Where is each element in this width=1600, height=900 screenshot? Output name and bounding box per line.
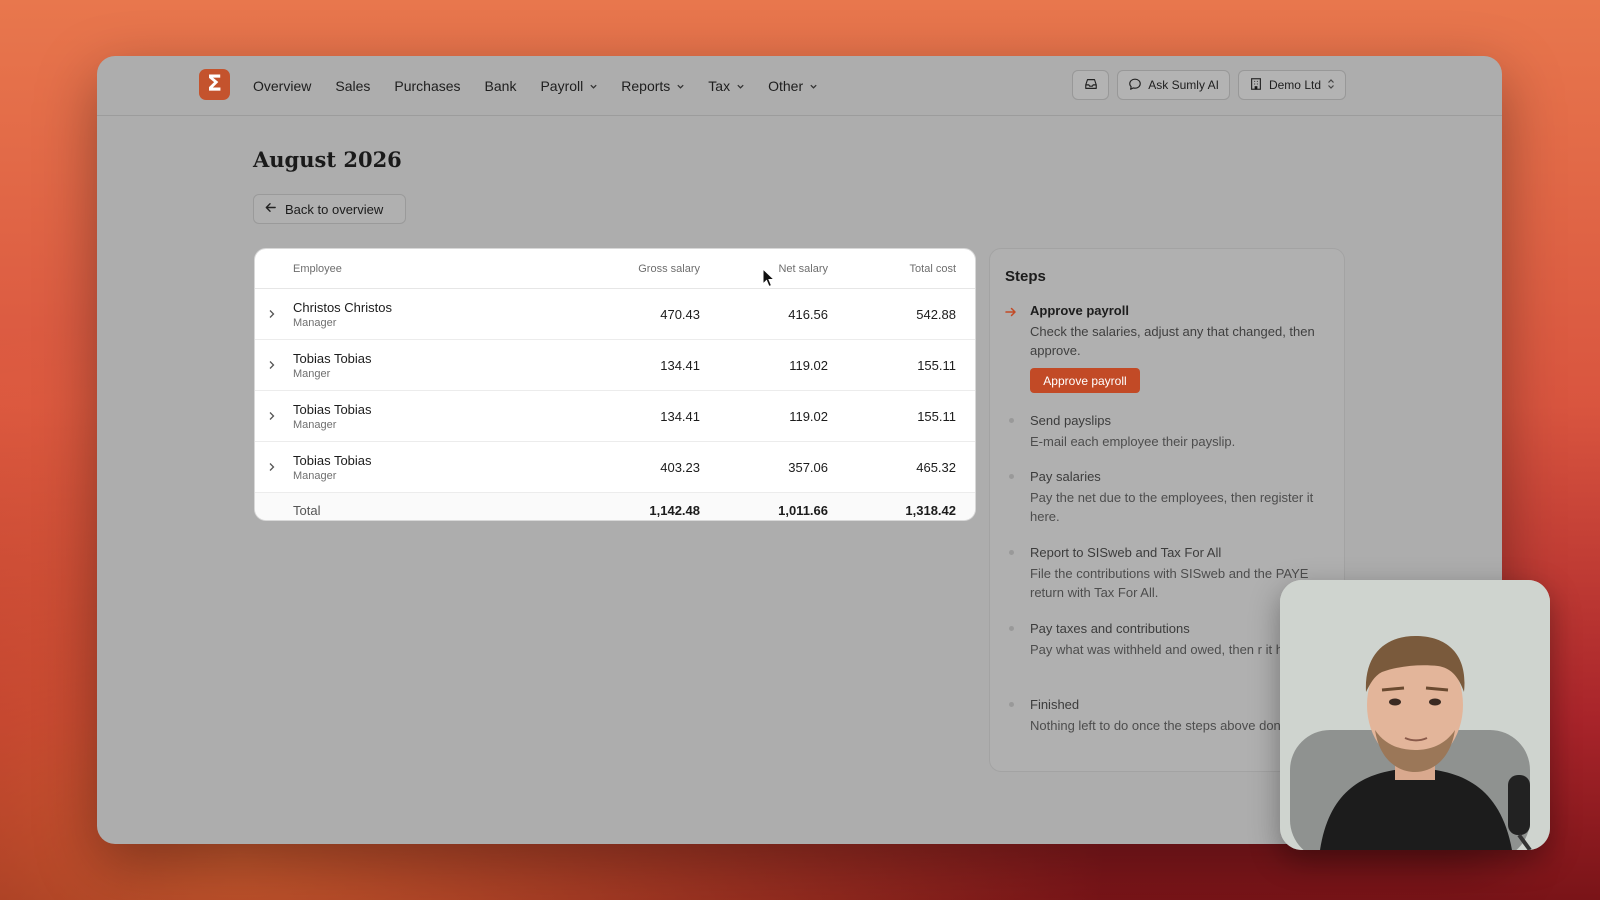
employee-role: Manager	[293, 317, 337, 329]
page-title: August 2026	[253, 147, 402, 172]
chevron-right-icon[interactable]	[265, 460, 279, 474]
employee-name: Christos Christos	[293, 300, 392, 315]
chevron-down-icon	[676, 82, 684, 90]
step-dot-icon	[1009, 550, 1014, 555]
logo-glyph: Σ	[206, 72, 223, 97]
steps-title: Steps	[1005, 268, 1046, 285]
table-row[interactable]: Christos Christos Manager 470.43 416.56 …	[255, 289, 975, 340]
total-net-cell: 1,011.66	[778, 503, 828, 518]
step-dot-icon	[1009, 626, 1014, 631]
nav-label: Payroll	[540, 78, 584, 94]
toolbar-right: Ask Sumly AI Demo Ltd	[1072, 70, 1346, 100]
gross-salary-cell: 134.41	[660, 409, 700, 424]
step-approve-payroll: Approve payroll Check the salaries, adju…	[1005, 302, 1335, 393]
employee-role: Manger	[293, 368, 331, 380]
table-header: Employee Gross salary Net salary Total c…	[255, 249, 975, 289]
nav-tax[interactable]: Tax	[708, 76, 744, 96]
step-description: Pay the net due to the employees, then r…	[1030, 490, 1314, 524]
company-switcher[interactable]: Demo Ltd	[1237, 70, 1346, 100]
net-salary-cell: 416.56	[788, 307, 828, 322]
nav-other[interactable]: Other	[768, 76, 817, 96]
nav-label: Purchases	[394, 78, 461, 94]
step-description: E-mail each employee their payslip.	[1030, 434, 1236, 449]
net-salary-cell: 357.06	[788, 460, 828, 475]
inbox-button[interactable]	[1072, 70, 1110, 100]
step-title: Approve payroll	[1030, 303, 1129, 318]
arrow-right-icon	[1005, 305, 1017, 317]
back-to-overview-button[interactable]: Back to overview	[253, 194, 406, 224]
inbox-icon	[1084, 77, 1098, 94]
nav-label: Tax	[708, 78, 731, 94]
step-title: Pay salaries	[1030, 469, 1101, 484]
chevron-right-icon[interactable]	[265, 307, 279, 321]
net-salary-cell: 119.02	[789, 409, 828, 424]
nav-reports[interactable]: Reports	[621, 76, 684, 96]
employee-role: Manager	[293, 419, 337, 431]
employee-name: Tobias Tobias	[293, 351, 372, 366]
nav-label: Bank	[484, 78, 517, 94]
chevron-right-icon[interactable]	[265, 358, 279, 372]
nav-label: Sales	[335, 78, 371, 94]
chat-bubble-icon	[1128, 77, 1142, 94]
ask-ai-label: Ask Sumly AI	[1148, 78, 1219, 92]
step-send-payslips: Send payslips E-mail each employee their…	[1005, 412, 1335, 451]
chevron-down-icon	[589, 82, 597, 90]
main-nav: Overview Sales Purchases Bank Payroll Re…	[253, 76, 841, 96]
total-cost-sum-cell: 1,318.42	[905, 503, 956, 518]
nav-label: Reports	[621, 78, 671, 94]
nav-label: Other	[768, 78, 804, 94]
table-row[interactable]: Tobias Tobias Manager 403.23 357.06 465.…	[255, 442, 975, 493]
approve-payroll-button[interactable]: Approve payroll	[1030, 368, 1140, 393]
total-cost-cell: 155.11	[917, 358, 956, 373]
table-total-row: Total 1,142.48 1,011.66 1,318.42	[255, 493, 975, 520]
employee-name: Tobias Tobias	[293, 453, 372, 468]
top-navigation-bar: Σ Overview Sales Purchases Bank Payroll …	[97, 56, 1502, 116]
presenter-video-image	[1280, 580, 1550, 850]
chevron-down-icon	[736, 82, 744, 90]
total-label: Total	[293, 503, 321, 518]
arrow-left-icon	[264, 201, 277, 217]
header-employee[interactable]: Employee	[293, 263, 342, 275]
back-label: Back to overview	[285, 201, 384, 217]
header-net-salary[interactable]: Net salary	[778, 263, 828, 275]
step-dot-icon	[1009, 474, 1014, 479]
step-title: Send payslips	[1030, 413, 1111, 428]
header-gross-salary[interactable]: Gross salary	[638, 263, 700, 275]
table-row[interactable]: Tobias Tobias Manager 134.41 119.02 155.…	[255, 391, 975, 442]
payroll-table: Employee Gross salary Net salary Total c…	[254, 248, 976, 521]
total-gross-cell: 1,142.48	[649, 503, 700, 518]
step-title: Report to SISweb and Tax For All	[1030, 545, 1222, 560]
step-description: Check the salaries, adjust any that chan…	[1030, 324, 1315, 358]
nav-label: Overview	[253, 78, 312, 94]
gross-salary-cell: 403.23	[660, 460, 700, 475]
chevron-down-icon	[809, 82, 817, 90]
ask-ai-button[interactable]: Ask Sumly AI	[1117, 70, 1230, 100]
app-logo[interactable]: Σ	[199, 69, 230, 100]
nav-purchases[interactable]: Purchases	[394, 76, 460, 96]
step-dot-icon	[1009, 702, 1014, 707]
chevron-right-icon[interactable]	[265, 409, 279, 423]
step-pay-salaries: Pay salaries Pay the net due to the empl…	[1005, 468, 1335, 526]
employee-name: Tobias Tobias	[293, 402, 372, 417]
nav-sales[interactable]: Sales	[335, 76, 370, 96]
nav-overview[interactable]: Overview	[253, 76, 311, 96]
total-cost-cell: 465.32	[916, 460, 956, 475]
net-salary-cell: 119.02	[789, 358, 828, 373]
mouse-cursor-icon	[762, 267, 776, 288]
building-icon	[1249, 77, 1263, 94]
company-name: Demo Ltd	[1268, 78, 1321, 92]
header-total-cost[interactable]: Total cost	[910, 263, 956, 275]
table-row[interactable]: Tobias Tobias Manger 134.41 119.02 155.1…	[255, 340, 975, 391]
gross-salary-cell: 470.43	[660, 307, 700, 322]
step-dot-icon	[1009, 418, 1014, 423]
total-cost-cell: 155.11	[917, 409, 956, 424]
nav-bank[interactable]: Bank	[485, 76, 517, 96]
webcam-overlay	[1280, 580, 1550, 850]
nav-payroll[interactable]: Payroll	[540, 76, 597, 96]
chevron-up-down-icon	[1327, 78, 1335, 93]
gross-salary-cell: 134.41	[660, 358, 700, 373]
total-cost-cell: 542.88	[916, 307, 956, 322]
employee-role: Manager	[293, 470, 337, 482]
